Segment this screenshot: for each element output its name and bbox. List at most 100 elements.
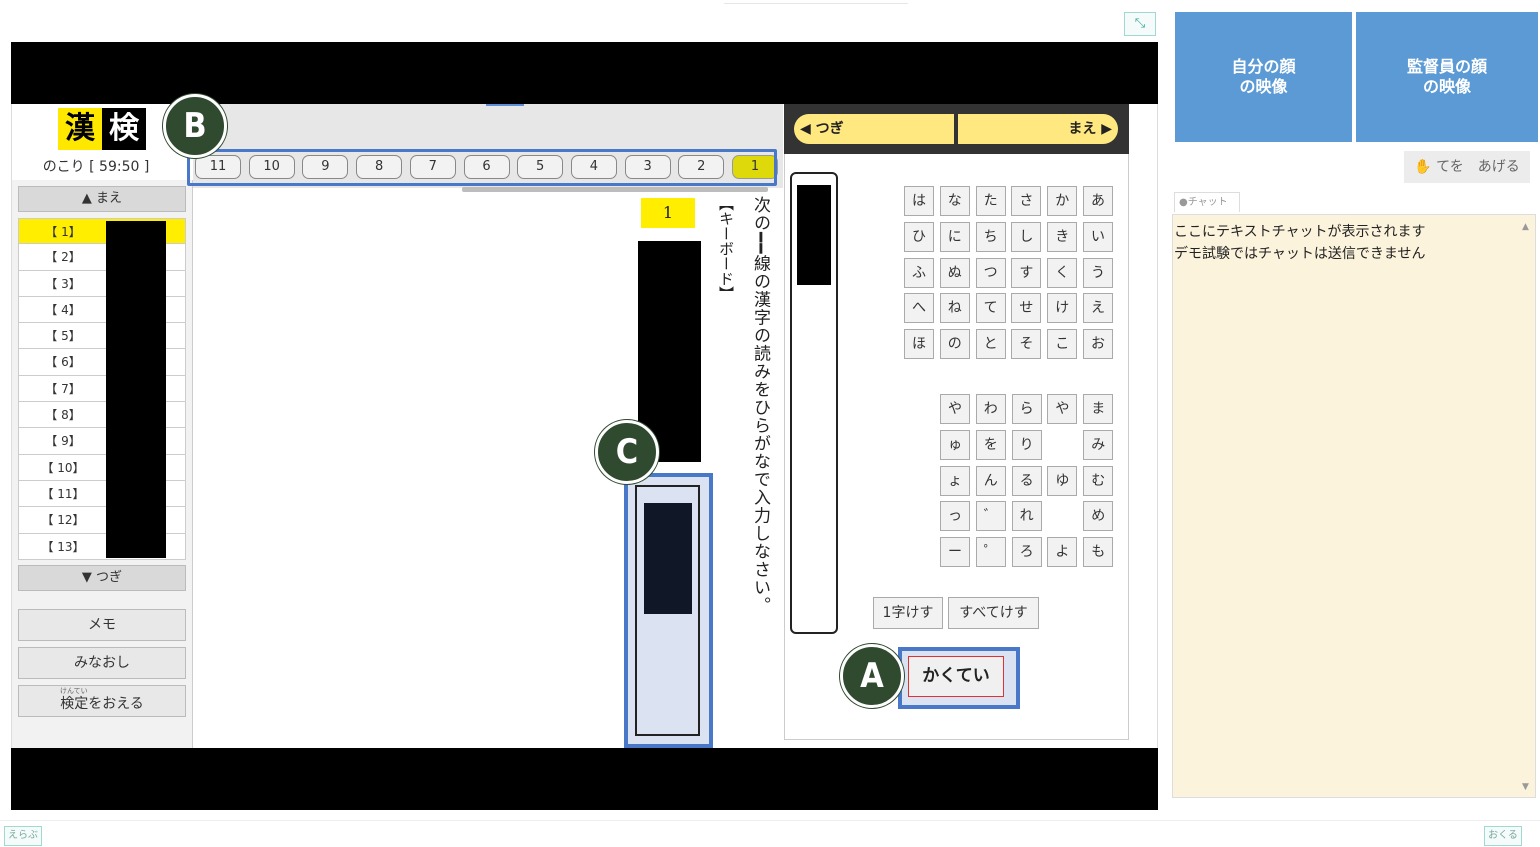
callout-c: C — [595, 420, 659, 484]
kana-key[interactable]: や — [1047, 394, 1078, 424]
kana-key[interactable]: つ — [975, 257, 1006, 288]
chat-scrollbar[interactable]: ▲ ▼ — [1520, 220, 1532, 794]
kana-key[interactable]: ゜ — [975, 537, 1006, 568]
answer-field-redacted — [644, 503, 692, 614]
kana-key[interactable]: ー — [940, 537, 970, 568]
kana-key[interactable]: き — [1047, 221, 1078, 252]
kana-key[interactable]: り — [1011, 429, 1042, 460]
kana-key[interactable]: も — [1083, 537, 1114, 568]
sidebar-question-label: 【 13】 — [41, 539, 85, 554]
kana-key[interactable]: っ — [940, 501, 970, 532]
kana-key[interactable]: ま — [1083, 394, 1114, 424]
kana-key[interactable]: ち — [975, 221, 1006, 252]
kana-key[interactable]: ゅ — [940, 429, 970, 460]
kana-key[interactable]: よ — [1047, 537, 1078, 568]
kana-key[interactable]: ろ — [1011, 537, 1042, 568]
keyboard-note: 【キーボード】 — [717, 196, 735, 301]
kana-key[interactable]: な — [939, 186, 970, 216]
proctor-video: 監督員の顔 の映像 — [1356, 12, 1538, 142]
kana-key[interactable]: ら — [1011, 394, 1042, 424]
kana-key[interactable]: わ — [975, 394, 1006, 424]
kana-key[interactable]: む — [1083, 465, 1114, 496]
delete-one-button[interactable]: 1字けす — [873, 597, 943, 629]
raise-hand-label: てを あげる — [1436, 159, 1520, 175]
kana-key[interactable]: ふ — [904, 257, 934, 288]
kana-key[interactable]: た — [975, 186, 1006, 216]
kana-key[interactable]: う — [1083, 257, 1113, 288]
kana-key[interactable]: て — [975, 293, 1006, 324]
chat-icon: ● — [1179, 197, 1188, 208]
kana-key[interactable]: ん — [975, 465, 1006, 496]
sidebar-question-label: 【 2】 — [45, 250, 81, 265]
chat-tab-label: チャット — [1187, 197, 1228, 208]
kana-key[interactable]: ゛ — [975, 501, 1006, 532]
kana-key[interactable]: あ — [1083, 186, 1113, 216]
kana-key[interactable]: し — [1011, 221, 1042, 252]
question-tabs-highlight — [187, 149, 777, 186]
kana-key[interactable]: ゆ — [1047, 465, 1078, 496]
sidebar-question-label: 【 4】 — [45, 302, 81, 317]
sidebar-question-label: 【 5】 — [45, 329, 81, 344]
kanken-logo: 漢検 — [58, 108, 148, 152]
callout-a: A — [840, 644, 904, 708]
remaining-time: のこり [ 59:50 ] — [42, 159, 150, 175]
self-video: 自分の顔 の映像 — [1175, 12, 1352, 142]
kana-key[interactable]: さ — [1011, 186, 1042, 216]
confirm-button[interactable]: かくてい — [908, 656, 1004, 697]
kana-key[interactable]: か — [1047, 186, 1078, 216]
footer-divider — [0, 820, 1540, 821]
kana-key[interactable]: と — [975, 329, 1006, 360]
kana-key[interactable]: ぬ — [939, 257, 970, 288]
exam-frame-top — [11, 42, 1158, 104]
kana-key[interactable]: え — [1083, 293, 1113, 324]
question-list-redacted — [106, 221, 166, 558]
kana-key[interactable]: ね — [939, 293, 970, 324]
kana-key[interactable]: は — [904, 186, 934, 216]
chat-message: ここにテキストチャットが表示されます — [1174, 224, 1426, 240]
kana-key[interactable]: す — [1011, 257, 1042, 288]
kana-key[interactable]: く — [1047, 257, 1078, 288]
review-button[interactable]: みなおし — [18, 647, 186, 679]
chat-log — [1172, 214, 1536, 798]
kana-key[interactable]: ひ — [904, 221, 934, 252]
logo-char-2: 検 — [102, 108, 146, 150]
chat-tab[interactable]: ●チャット — [1174, 192, 1240, 212]
memo-button[interactable]: メモ — [18, 609, 186, 641]
kana-key[interactable]: や — [940, 394, 970, 424]
kana-key[interactable]: お — [1083, 329, 1113, 360]
sidebar-question-label: 【 10】 — [41, 460, 85, 475]
kana-key[interactable]: い — [1083, 221, 1113, 252]
sidebar-prev-button[interactable]: ▲ まえ — [18, 186, 186, 212]
kana-key[interactable]: ほ — [904, 329, 934, 360]
sidebar-question-label: 【 12】 — [41, 513, 85, 528]
select-button[interactable]: えらぶ — [4, 826, 42, 846]
kana-key[interactable]: を — [975, 429, 1006, 460]
kana-key[interactable]: の — [939, 329, 970, 360]
sidebar-next-button[interactable]: ▼ つぎ — [18, 565, 186, 591]
finish-ruby: けんてい — [60, 687, 88, 695]
kana-key[interactable]: る — [1011, 465, 1042, 496]
kana-key[interactable]: れ — [1011, 501, 1042, 532]
tabs-scrollbar[interactable] — [462, 187, 768, 192]
kana-key[interactable]: み — [1083, 429, 1114, 460]
keyboard-next-button[interactable]: ◀ つぎ — [794, 114, 954, 144]
kana-key[interactable]: そ — [1011, 329, 1042, 360]
delete-all-button[interactable]: すべてけす — [948, 597, 1039, 629]
exam-frame-bottom — [11, 748, 1158, 810]
kana-key[interactable]: け — [1047, 293, 1078, 324]
kana-key[interactable]: め — [1083, 501, 1114, 532]
kana-key[interactable]: に — [939, 221, 970, 252]
sidebar-question-label: 【 3】 — [45, 276, 81, 291]
keyboard-prev-button[interactable]: まえ ▶ — [958, 114, 1118, 144]
callout-b: B — [163, 94, 227, 158]
finish-exam-button[interactable]: 検定をおえる — [18, 685, 186, 717]
raise-hand-button[interactable]: ✋ てを あげる — [1404, 151, 1530, 183]
kana-key[interactable]: せ — [1011, 293, 1042, 324]
hand-icon: ✋ — [1414, 159, 1432, 175]
kana-key[interactable]: こ — [1047, 329, 1078, 360]
expand-icon[interactable]: ⤡ — [1124, 12, 1156, 36]
tabs-marker — [486, 104, 524, 106]
send-button[interactable]: おくる — [1484, 826, 1522, 846]
kana-key[interactable]: ょ — [940, 465, 970, 496]
kana-key[interactable]: へ — [904, 293, 934, 324]
